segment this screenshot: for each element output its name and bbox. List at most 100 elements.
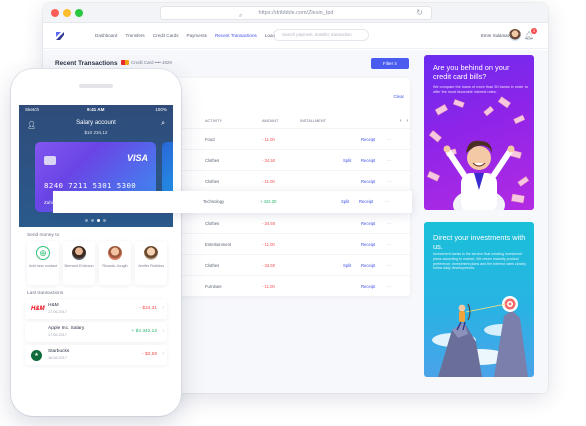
address-bar[interactable]: ⌕ https://dribbble.com/Zlesin_Ipd ↻ xyxy=(160,6,432,20)
more-options-icon[interactable]: ··· xyxy=(385,199,389,204)
user-avatar[interactable] xyxy=(509,29,521,41)
transaction-date: 17.06.2017 xyxy=(48,333,68,337)
cell-amount: - 34.50 xyxy=(262,263,275,268)
more-options-icon[interactable]: ··· xyxy=(387,263,391,268)
more-options-icon[interactable]: ··· xyxy=(387,179,391,184)
cell-receipt[interactable]: Receipt xyxy=(361,242,375,247)
cell-receipt[interactable]: Receipt xyxy=(361,263,375,268)
cell-amount: - 11.00 xyxy=(262,284,275,289)
transaction-amount: - $3,59 xyxy=(142,352,157,357)
send-money-label: Send money to xyxy=(27,233,60,238)
amount-value: - 34.50 xyxy=(262,158,276,163)
apple-logo-icon xyxy=(31,327,42,338)
chevron-right-icon: › xyxy=(162,305,164,311)
nav-links: Dashboard Transfers Credit Cards Payment… xyxy=(95,33,275,38)
card-pager xyxy=(85,219,106,222)
filter-button[interactable]: Filter ≡ xyxy=(371,58,409,69)
col-amount: Amount xyxy=(262,119,279,123)
cell-amount: - 11.00 xyxy=(262,242,275,247)
contact-name: Add new contact xyxy=(28,264,58,268)
pager-dot[interactable] xyxy=(91,219,94,222)
transaction-date: 16.06.2017 xyxy=(48,356,68,360)
pager-dot[interactable] xyxy=(85,219,88,222)
more-options-icon[interactable]: ··· xyxy=(387,137,391,142)
cell-activity: Clothes xyxy=(205,158,220,163)
nav-link-credit-cards[interactable]: Credit Cards xyxy=(153,33,179,38)
pager-dot[interactable] xyxy=(103,219,106,222)
nav-link-dashboard[interactable]: Dashboard xyxy=(95,33,117,38)
cell-receipt[interactable]: Receipt xyxy=(361,158,375,163)
amount-value: - 11.00 xyxy=(262,137,275,142)
card-selector-label: Credit Card •••• 4829 xyxy=(131,60,172,65)
card-number: 8240 7211 5301 5300 xyxy=(44,181,137,190)
contact-card[interactable]: Jenifer Robbins xyxy=(135,241,167,285)
amount-value: - 11.00 xyxy=(262,242,275,247)
cell-activity: Clothes xyxy=(205,263,220,268)
visa-logo: VISA xyxy=(126,153,148,163)
carrier-label: Sketch xyxy=(25,107,40,112)
clock: 9:41 AM xyxy=(87,107,105,112)
contact-card[interactable]: Ricardo Jouglh xyxy=(99,241,131,285)
cell-split[interactable]: Split xyxy=(343,263,351,268)
transaction-item[interactable]: H&M H&M 17.06.2017 - $34,31 › xyxy=(25,299,167,319)
transaction-name: Starbucks xyxy=(48,349,70,354)
cell-split[interactable]: Split xyxy=(341,199,349,204)
investment-promo-card[interactable]: Direct your investments with us. Investm… xyxy=(424,222,534,377)
nav-link-payments[interactable]: Payments xyxy=(187,33,207,38)
contact-name: Ricardo Jouglh xyxy=(102,264,128,268)
nav-link-transfers[interactable]: Transfers xyxy=(125,33,144,38)
contact-name: Bernard Erickson xyxy=(64,264,94,268)
amount-value: - 34.50 xyxy=(262,263,276,268)
cell-receipt[interactable]: Receipt xyxy=(361,179,375,184)
nav-link-recent-transactions[interactable]: Recent Transactions xyxy=(215,33,257,38)
card-selector[interactable]: Credit Card •••• 4829 xyxy=(121,60,172,66)
contact-card[interactable]: Bernard Erickson xyxy=(63,241,95,285)
plus-icon: ⊕ xyxy=(36,246,50,260)
table-row[interactable]: Technology + 422.30 Split Receipt ··· xyxy=(53,191,412,213)
pager-dot-active[interactable] xyxy=(97,219,100,222)
cell-activity: Clothes xyxy=(205,221,220,226)
chevron-right-icon: › xyxy=(162,351,164,357)
address-bar-url: https://dribbble.com/Zlesin_Ipd xyxy=(258,10,334,16)
amount-value: - 34.50 xyxy=(262,221,276,226)
phone-speaker xyxy=(79,84,113,88)
more-options-icon[interactable]: ··· xyxy=(387,221,391,226)
user-name[interactable]: Emre Sulamaz xyxy=(481,33,510,38)
more-options-icon[interactable]: ··· xyxy=(387,158,391,163)
cell-receipt[interactable]: Receipt xyxy=(361,137,375,142)
col-installment: Installment xyxy=(300,119,326,123)
transaction-amount: - $34,31 xyxy=(139,306,157,311)
cell-receipt[interactable]: Receipt xyxy=(361,221,375,226)
global-search-input[interactable]: Search payment, transfer, transaction xyxy=(273,29,369,41)
cell-split[interactable]: Split xyxy=(343,158,351,163)
transaction-name: Apple Inc. Salary xyxy=(48,326,85,331)
minimize-window-button[interactable] xyxy=(63,9,71,17)
maximize-window-button[interactable] xyxy=(75,9,83,17)
transaction-item[interactable]: Apple Inc. Salary 17.06.2017 + $4 342,12… xyxy=(25,322,167,342)
search-icon: ⌕ xyxy=(239,13,243,19)
account-title: Salary account xyxy=(76,120,116,126)
close-window-button[interactable] xyxy=(51,9,59,17)
add-contact-button[interactable]: ⊕ Add new contact xyxy=(27,241,59,285)
more-options-icon[interactable]: ··· xyxy=(387,284,391,289)
app-logo-icon[interactable] xyxy=(55,31,65,41)
cell-receipt[interactable]: Receipt xyxy=(359,199,373,204)
transaction-item[interactable]: ★ Starbucks 16.06.2017 - $3,59 › xyxy=(25,345,167,365)
credit-promo-card[interactable]: Are you behind on your credit card bills… xyxy=(424,55,534,210)
cell-amount: - 11.00 xyxy=(262,137,275,142)
filter-button-label: Filter xyxy=(382,61,394,66)
mastercard-icon xyxy=(121,60,129,66)
stage: ⌕ https://dribbble.com/Zlesin_Ipd ↻ Dash… xyxy=(0,0,586,426)
reload-icon[interactable]: ↻ xyxy=(416,7,423,19)
last-transactions-label: Last transactions xyxy=(27,291,64,296)
cell-amount: - 34.50 xyxy=(262,221,275,226)
clear-filter-link[interactable]: Clear xyxy=(394,94,405,99)
cell-activity: Clothes xyxy=(205,179,220,184)
more-options-icon[interactable]: ··· xyxy=(387,242,391,247)
card-chip-icon xyxy=(44,156,56,165)
cell-receipt[interactable]: Receipt xyxy=(361,284,375,289)
transaction-date: 17.06.2017 xyxy=(48,310,68,314)
contact-name: Jenifer Robbins xyxy=(137,264,165,268)
contacts-row: ⊕ Add new contact Bernard Erickson Ricar… xyxy=(25,241,173,285)
cell-amount: - 11.00 xyxy=(262,179,275,184)
